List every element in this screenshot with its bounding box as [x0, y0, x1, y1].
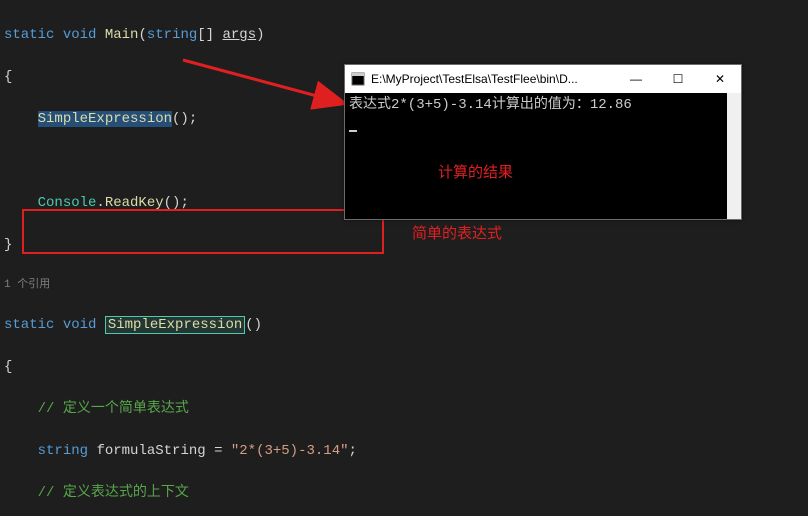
console-titlebar[interactable]: E:\MyProject\TestElsa\TestFlee\bin\D... … — [345, 65, 741, 93]
codelens-refs[interactable]: 1 个引用 — [2, 277, 808, 294]
brace-open: { — [4, 69, 12, 85]
console-output-line: 表达式2*(3+5)-3.14计算出的值为：12.86 — [349, 95, 723, 116]
string-formula: "2*(3+5)-3.14" — [231, 443, 349, 459]
comment-2: // 定义表达式的上下文 — [38, 485, 189, 501]
brace-close: } — [4, 237, 12, 253]
console-title: E:\MyProject\TestElsa\TestFlee\bin\D... — [371, 70, 615, 88]
console-icon — [351, 72, 365, 86]
method-def-simpleexpression: SimpleExpression — [108, 317, 242, 333]
brace-open2: { — [4, 359, 12, 375]
console-cursor — [349, 130, 357, 132]
maximize-button[interactable]: ☐ — [657, 65, 699, 93]
console-scrollbar[interactable] — [727, 93, 741, 219]
kw-static: static — [4, 27, 54, 43]
kw-void: void — [63, 27, 97, 43]
kw-static2: static — [4, 317, 54, 333]
annotation-label-formula: 简单的表达式 — [412, 223, 502, 246]
kw-string2: string — [38, 443, 88, 459]
var-formulastring: formulaString — [96, 443, 205, 459]
param-args: args — [223, 27, 257, 43]
console-window[interactable]: E:\MyProject\TestElsa\TestFlee\bin\D... … — [344, 64, 742, 220]
console-body[interactable]: 表达式2*(3+5)-3.14计算出的值为：12.86 — [345, 93, 741, 219]
call-simpleexpression: SimpleExpression — [38, 111, 172, 127]
minimize-button[interactable]: — — [615, 65, 657, 93]
comment-1: // 定义一个简单表达式 — [38, 401, 189, 417]
annotation-label-result: 计算的结果 — [438, 162, 513, 185]
method-readkey: ReadKey — [105, 195, 164, 211]
close-button[interactable]: ✕ — [699, 65, 741, 93]
method-main: Main — [105, 27, 139, 43]
kw-void2: void — [63, 317, 97, 333]
type-console: Console — [38, 195, 97, 211]
kw-string: string — [147, 27, 197, 43]
